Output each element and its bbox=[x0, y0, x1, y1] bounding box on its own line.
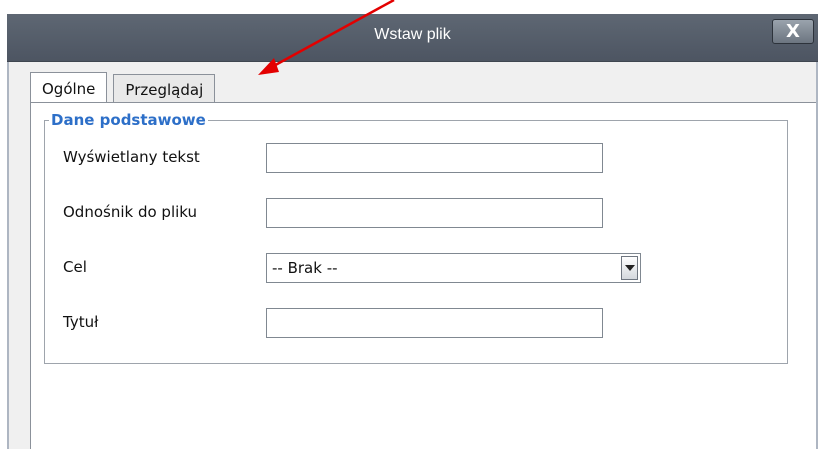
file-link-label: Odnośnik do pliku bbox=[63, 203, 198, 221]
dialog-titlebar[interactable]: Wstaw plik X bbox=[7, 14, 818, 62]
file-link-row: Odnośnik do pliku bbox=[63, 198, 763, 228]
chevron-down-icon[interactable] bbox=[621, 256, 638, 280]
close-button[interactable]: X bbox=[772, 19, 814, 44]
dialog-body: Ogólne Przeglądaj Dane podstawowe Wyświe… bbox=[9, 62, 816, 449]
target-row: Cel -- Brak -- bbox=[63, 253, 763, 283]
tab-browse[interactable]: Przeglądaj bbox=[113, 74, 216, 104]
display-text-label: Wyświetlany tekst bbox=[63, 148, 200, 166]
tab-strip: Ogólne Przeglądaj bbox=[30, 72, 221, 104]
dropdown-arrow-shape bbox=[624, 265, 635, 271]
title-row: Tytuł bbox=[63, 308, 763, 338]
display-text-input[interactable] bbox=[266, 143, 603, 173]
close-icon: X bbox=[786, 21, 800, 42]
basic-data-fieldset: Dane podstawowe Wyświetlany tekst Odnośn… bbox=[44, 111, 788, 364]
dialog-title: Wstaw plik bbox=[374, 26, 451, 43]
target-select[interactable]: -- Brak -- bbox=[266, 253, 641, 283]
display-text-row: Wyświetlany tekst bbox=[63, 143, 763, 173]
tab-browse-label: Przeglądaj bbox=[125, 80, 204, 99]
tab-general-label: Ogólne bbox=[42, 79, 96, 98]
general-tab-panel: Dane podstawowe Wyświetlany tekst Odnośn… bbox=[30, 102, 816, 449]
title-input[interactable] bbox=[266, 308, 603, 338]
fieldset-legend: Dane podstawowe bbox=[49, 111, 208, 129]
file-link-input[interactable] bbox=[266, 198, 603, 228]
insert-file-dialog: Wstaw plik X Ogólne Przeglądaj Dane pods… bbox=[7, 14, 818, 449]
target-label: Cel bbox=[63, 258, 87, 276]
tab-general[interactable]: Ogólne bbox=[30, 72, 108, 104]
page: Wstaw plik X Ogólne Przeglądaj Dane pods… bbox=[0, 0, 826, 449]
target-selected-value: -- Brak -- bbox=[272, 259, 338, 277]
title-label: Tytuł bbox=[63, 313, 99, 331]
